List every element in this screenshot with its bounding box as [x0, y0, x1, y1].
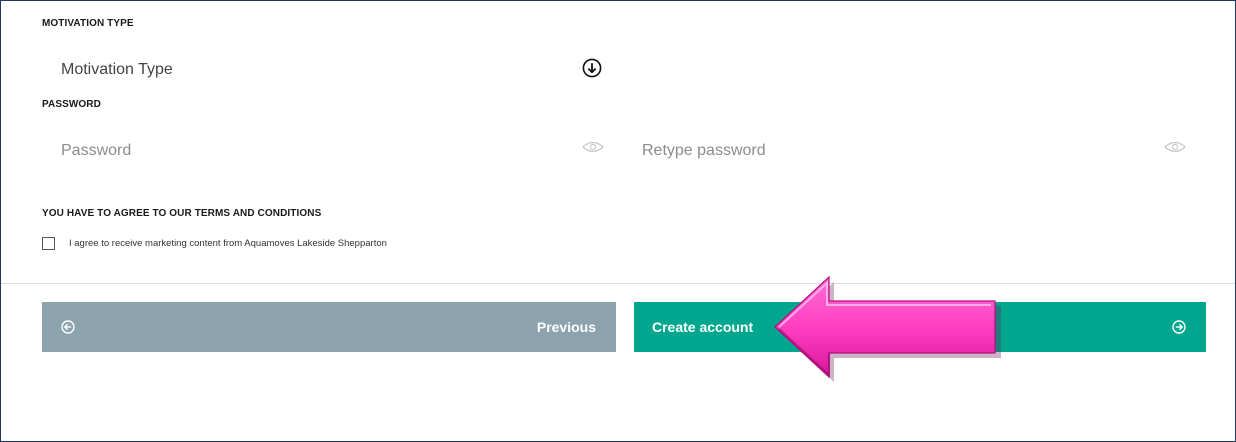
arrow-down-circle-icon[interactable] [582, 58, 602, 78]
divider [1, 283, 1235, 284]
previous-button[interactable]: Previous [42, 302, 616, 352]
eye-icon[interactable] [1164, 140, 1186, 154]
create-account-button-label: Create account [652, 319, 754, 335]
password-input[interactable]: Password [42, 131, 616, 171]
retype-password-placeholder: Retype password [642, 142, 766, 159]
arrow-left-circle-icon [61, 320, 75, 334]
motivation-type-select[interactable]: Motivation Type [42, 51, 616, 91]
password-section-label: PASSWORD [42, 99, 101, 110]
arrow-right-circle-icon [1172, 320, 1186, 334]
retype-password-input[interactable]: Retype password [634, 131, 1206, 171]
terms-section-label: YOU HAVE TO AGREE TO OUR TERMS AND CONDI… [42, 208, 322, 219]
password-placeholder: Password [61, 142, 132, 159]
previous-button-label: Previous [536, 319, 596, 335]
registration-form-panel: MOTIVATION TYPE Motivation Type PASSWORD… [0, 0, 1236, 442]
eye-icon[interactable] [582, 140, 604, 154]
create-account-button[interactable]: Create account [634, 302, 1206, 352]
motivation-type-section-label: MOTIVATION TYPE [42, 18, 134, 29]
motivation-type-select-value: Motivation Type [61, 61, 173, 78]
marketing-consent-label[interactable]: I agree to receive marketing content fro… [69, 238, 387, 249]
marketing-consent-checkbox[interactable] [42, 237, 55, 250]
